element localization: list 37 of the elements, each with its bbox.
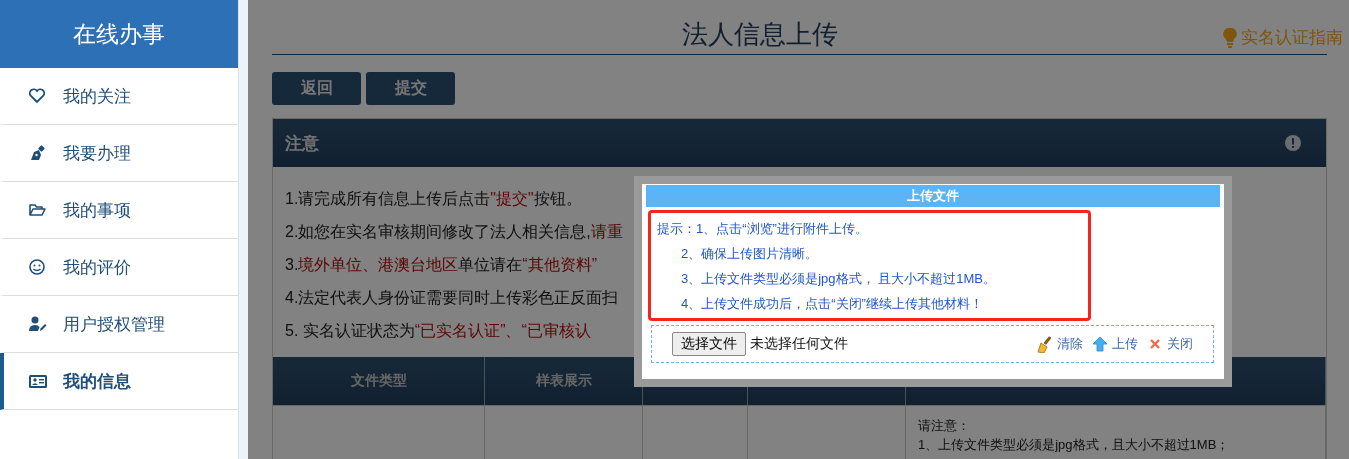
table-header-cell: 样表展示 [485,357,643,405]
tip-text: 3、上传文件类型必须是jpg格式， 且大小不超过1MB。 [680,270,997,288]
sidebar-item[interactable]: 用户授权管理 [0,296,238,353]
tip-text: 4、上传文件成功后，点击“关闭”继续上传其他材料！ [680,295,984,313]
sidebar-title: 在线办事 [0,0,238,68]
tip-text: 2、确保上传图片清晰。 [680,245,820,263]
notice-text: 1.请完成所有信息上传后点击"提交"按钮。 [285,189,582,209]
note-text: 1、上传文件类型必须是jpg格式，且大小不超过1MB； [918,436,1230,454]
lightbulb-icon [1223,26,1237,49]
folder-icon [28,201,48,219]
note-text: 请注意： [918,417,970,435]
notice-text: 5. 实名认证状态为“已实名认证”、“已审核认 [285,321,591,341]
panel-title: 注意 [285,132,319,155]
broom-icon [1036,335,1054,353]
sidebar-item[interactable]: 我的评价 [0,239,238,296]
id-card-icon [28,372,48,390]
notice-text: 3.境外单位、港澳台地区单位请在“其他资料” [285,255,597,275]
notice-text: 2.如您在实名审核期间修改了法人相关信息,请重 [285,222,623,242]
sidebar-item[interactable]: 我的事项 [0,182,238,239]
user-edit-icon [28,315,48,333]
pen-icon [28,144,48,162]
up-arrow-icon [1091,335,1109,353]
notice-text: 4.法定代表人身份证需要同时上传彩色正反面扫 [285,288,619,308]
page-title: 法人信息上传 [681,18,838,51]
dialog-action[interactable]: 关闭 [1146,335,1193,353]
heart-icon [28,87,48,105]
info-icon [1284,134,1302,152]
choose-file-button[interactable]: 选择文件 [672,332,746,356]
file-status: 未选择任何文件 [750,335,848,353]
smiley-icon [28,258,48,276]
sidebar-item[interactable]: 我要办理 [0,125,238,182]
sidebar-item[interactable]: 我的关注 [0,68,238,125]
dialog-action[interactable]: 上传 [1091,335,1138,353]
tip-text: 提示：1、点击“浏览”进行附件上传。 [657,220,869,238]
table-header-cell: 文件类型 [273,357,485,405]
dialog-action[interactable]: 清除 [1036,335,1083,353]
dialog-title: 上传文件 [646,185,1220,207]
